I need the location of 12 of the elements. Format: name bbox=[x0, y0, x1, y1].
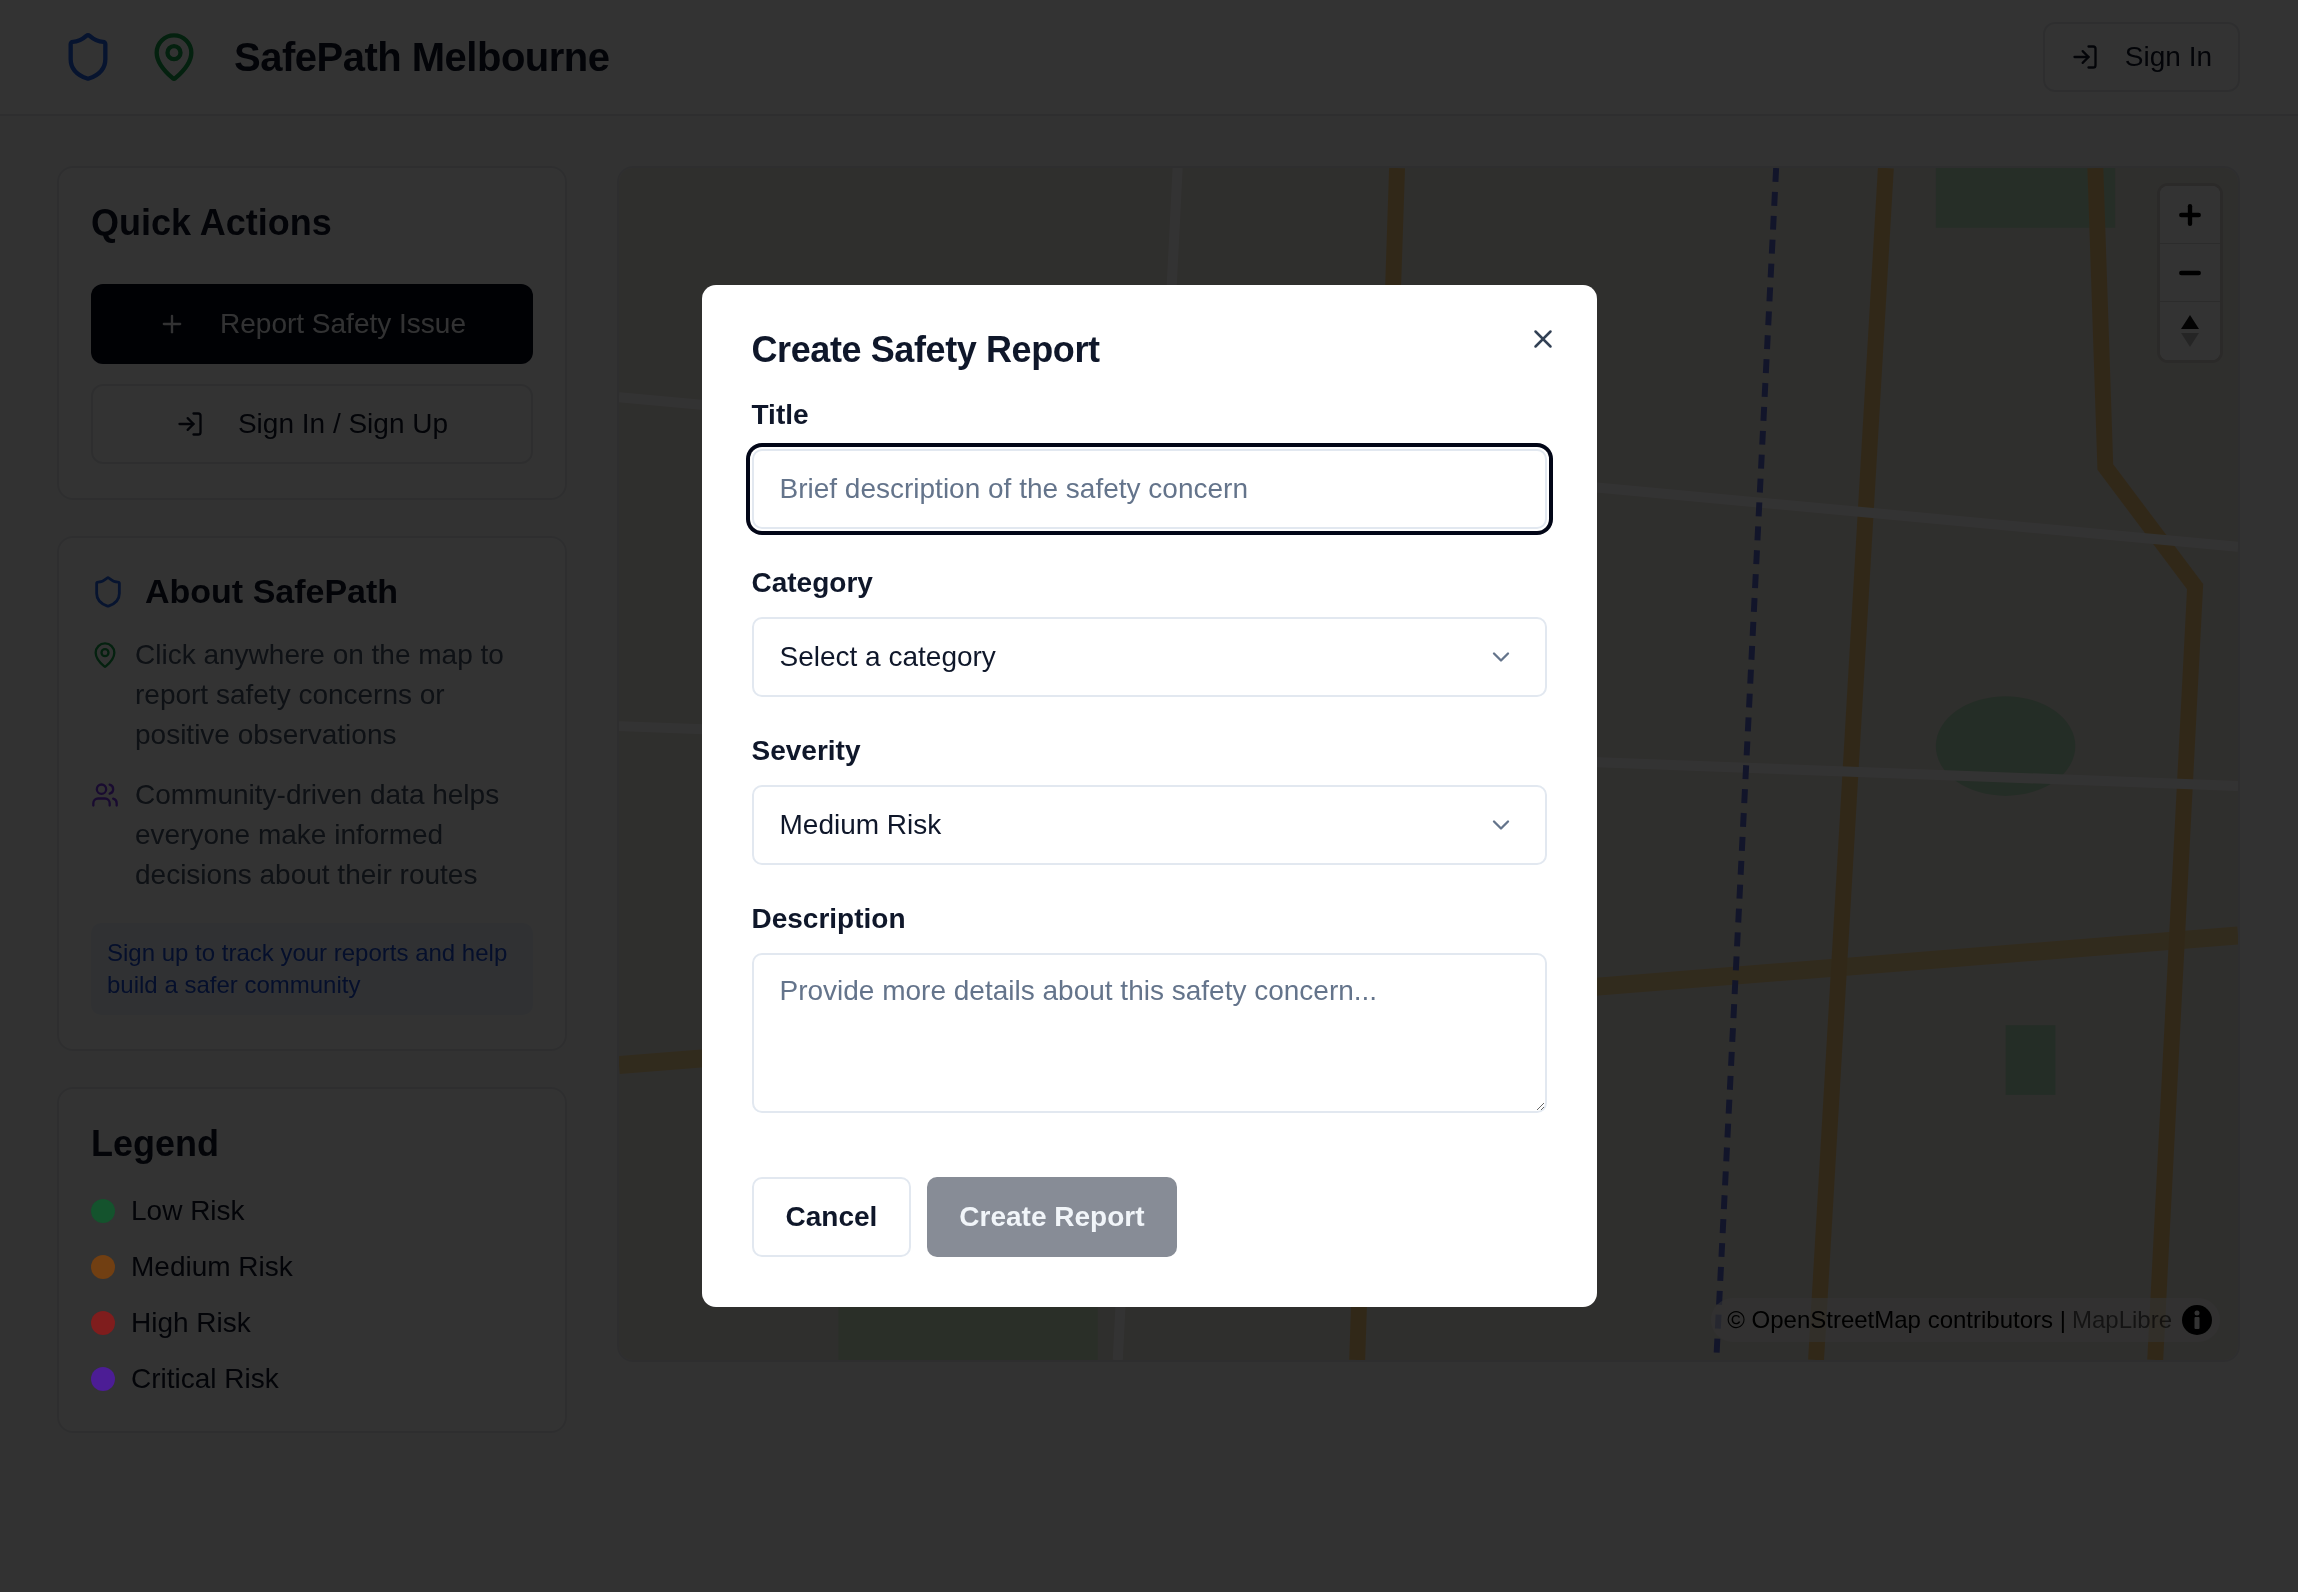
title-field[interactable]: Brief description of the safety concern bbox=[751, 449, 1547, 529]
select-value: Medium Risk bbox=[779, 809, 942, 841]
select-value: Select a category bbox=[779, 641, 996, 673]
field-label: Category bbox=[751, 567, 874, 599]
description-field[interactable]: Provide more details about this safety concern... bbox=[751, 953, 1547, 1113]
field-label: Title bbox=[751, 399, 810, 431]
select-field[interactable]: Medium Risk bbox=[751, 785, 1547, 865]
field-label: Description bbox=[751, 903, 907, 935]
cancel-button[interactable]: Cancel bbox=[751, 1177, 912, 1257]
select-field[interactable]: Select a category bbox=[751, 617, 1547, 697]
dialog-title: Create Safety Report bbox=[751, 329, 1100, 371]
field-label: Severity bbox=[751, 735, 862, 767]
